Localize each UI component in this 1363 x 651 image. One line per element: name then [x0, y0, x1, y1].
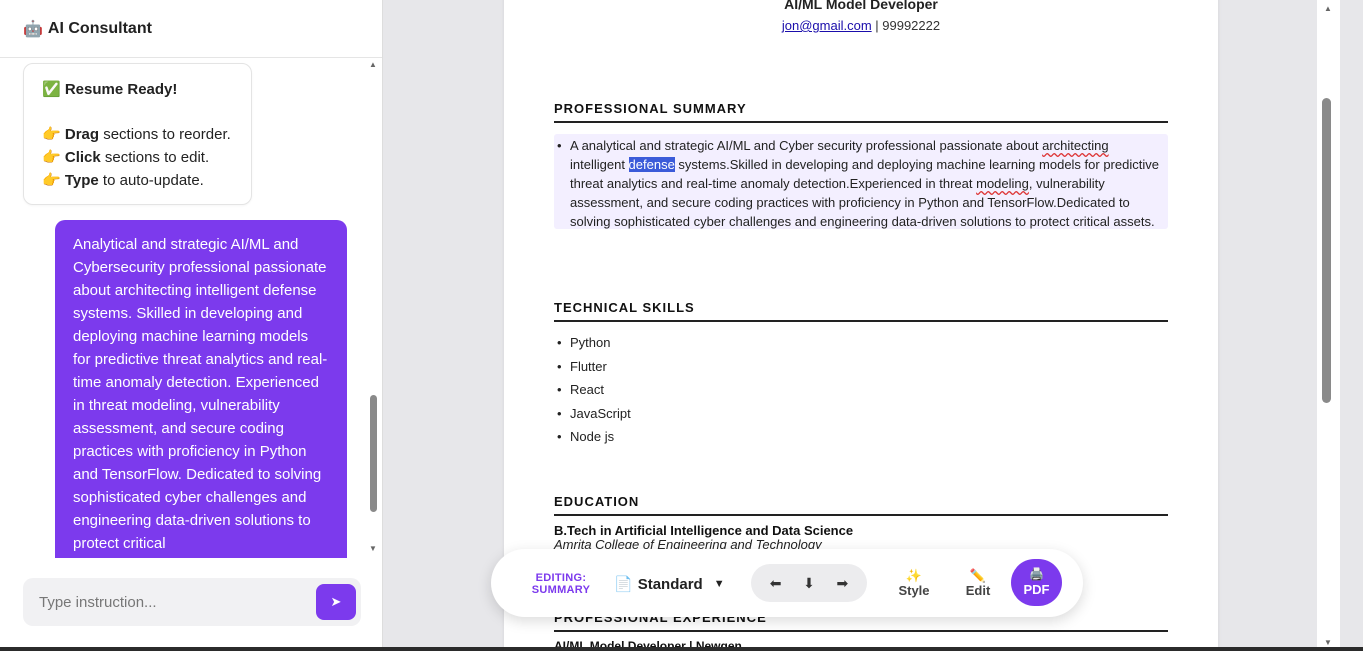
pointing-hand-icon: 👉: [42, 126, 61, 143]
education-degree: B.Tech in Artificial Intelligence and Da…: [554, 523, 854, 538]
chat-sidebar: 🤖 AI Consultant ✅ Resume Ready! 👉 Drag s…: [0, 0, 383, 651]
editing-section-name: SUMMARY: [531, 584, 591, 596]
scroll-down-arrow-icon[interactable]: ▼: [1324, 638, 1332, 647]
skill-item: Flutter: [557, 359, 631, 383]
bot-message-text: sections to reorder.: [99, 126, 231, 143]
summary-section-title[interactable]: PROFESSIONAL SUMMARY: [554, 101, 1168, 123]
skill-item: React: [557, 382, 631, 406]
bot-message-text: to auto-update.: [98, 172, 204, 189]
bot-message-line: 👉 Drag sections to reorder.: [42, 123, 233, 146]
edit-button-label: Edit: [965, 583, 991, 598]
bot-message: ✅ Resume Ready! 👉 Drag sections to reord…: [23, 63, 252, 205]
bot-message-keyword: Type: [64, 172, 99, 189]
sparkles-icon: ✨: [905, 568, 923, 583]
pencil-icon: ✏️: [969, 568, 987, 583]
selected-text: defense: [628, 157, 675, 172]
move-right-button[interactable]: ➡: [836, 575, 848, 592]
resume-role: AI/ML Model Developer: [784, 0, 938, 12]
move-down-button[interactable]: ⬇: [803, 575, 815, 592]
bot-message-title: ✅ Resume Ready!: [42, 81, 178, 98]
scroll-up-arrow-icon[interactable]: ▲: [369, 60, 377, 69]
scroll-up-arrow-icon[interactable]: ▲: [1324, 4, 1332, 13]
document-icon: 📄: [614, 576, 633, 593]
instruction-input[interactable]: [39, 593, 299, 611]
pdf-button-label: PDF: [1023, 582, 1050, 597]
sidebar-title: AI Consultant: [47, 19, 152, 37]
spellcheck-word: modeling: [976, 176, 1029, 191]
resume-contact: jon@gmail.com | 99992222: [504, 18, 1218, 33]
edit-button[interactable]: ✏️ Edit: [961, 568, 995, 598]
floating-toolbar: EDITING: SUMMARY 📄 Standard ▼ ⬅ ⬇ ➡ ✨ St…: [491, 549, 1083, 617]
chevron-down-icon: ▼: [713, 578, 725, 590]
chat-scrollbar-thumb[interactable]: [370, 395, 377, 512]
skills-section-title[interactable]: TECHNICAL SKILLS: [554, 300, 1168, 322]
email-link[interactable]: jon@gmail.com: [782, 18, 872, 33]
chat-scrollbar[interactable]: ▲ ▼: [369, 60, 378, 553]
summary-text[interactable]: A analytical and strategic AI/ML and Cyb…: [557, 136, 1160, 231]
bot-message-line: 👉 Type to auto-update.: [42, 169, 233, 192]
robot-icon: 🤖: [23, 20, 43, 38]
printer-icon: 🖨️: [1029, 567, 1044, 581]
scroll-down-arrow-icon[interactable]: ▼: [369, 544, 377, 553]
move-left-button[interactable]: ⬅: [770, 575, 782, 592]
bot-message-keyword: Drag: [64, 126, 100, 143]
contact-separator: |: [871, 18, 883, 33]
pointing-hand-icon: 👉: [42, 149, 61, 166]
send-button[interactable]: ➤: [316, 584, 356, 620]
send-arrow-icon: ➤: [330, 594, 342, 609]
skill-item: Node js: [557, 429, 631, 453]
user-message: Analytical and strategic AI/ML and Cyber…: [55, 220, 347, 558]
window-bottom-edge: [0, 647, 1363, 651]
style-button[interactable]: ✨ Style: [895, 568, 933, 598]
editing-label: EDITING:: [535, 572, 587, 584]
bot-message-text: sections to edit.: [100, 149, 210, 166]
skills-list[interactable]: Python Flutter React JavaScript Node js: [557, 335, 631, 453]
bot-message-keyword: Click: [64, 149, 101, 166]
skill-item: JavaScript: [557, 406, 631, 430]
phone-number: 99992222: [882, 18, 941, 33]
skill-item: Python: [557, 335, 631, 359]
instruction-input-bar: ➤: [23, 578, 361, 626]
pointing-hand-icon: 👉: [42, 172, 61, 189]
preview-scrollbar-thumb[interactable]: [1322, 98, 1331, 403]
spellcheck-word: architecting: [1042, 138, 1109, 153]
template-select-value: Standard: [637, 575, 703, 593]
template-select[interactable]: 📄 Standard ▼: [614, 573, 732, 595]
editing-indicator: EDITING: SUMMARY: [527, 572, 595, 596]
move-section-group: ⬅ ⬇ ➡: [751, 564, 867, 602]
summary-section[interactable]: A analytical and strategic AI/ML and Cyb…: [554, 134, 1168, 229]
chat-messages[interactable]: ✅ Resume Ready! 👉 Drag sections to reord…: [0, 58, 383, 558]
bot-message-line: 👉 Click sections to edit.: [42, 146, 233, 169]
preview-scrollbar[interactable]: ▲ ▼: [1317, 0, 1340, 651]
pdf-button[interactable]: 🖨️ PDF: [1011, 559, 1062, 606]
education-section-title[interactable]: EDUCATION: [554, 494, 1168, 516]
style-button-label: Style: [898, 583, 930, 598]
sidebar-header: 🤖 AI Consultant: [0, 0, 382, 58]
